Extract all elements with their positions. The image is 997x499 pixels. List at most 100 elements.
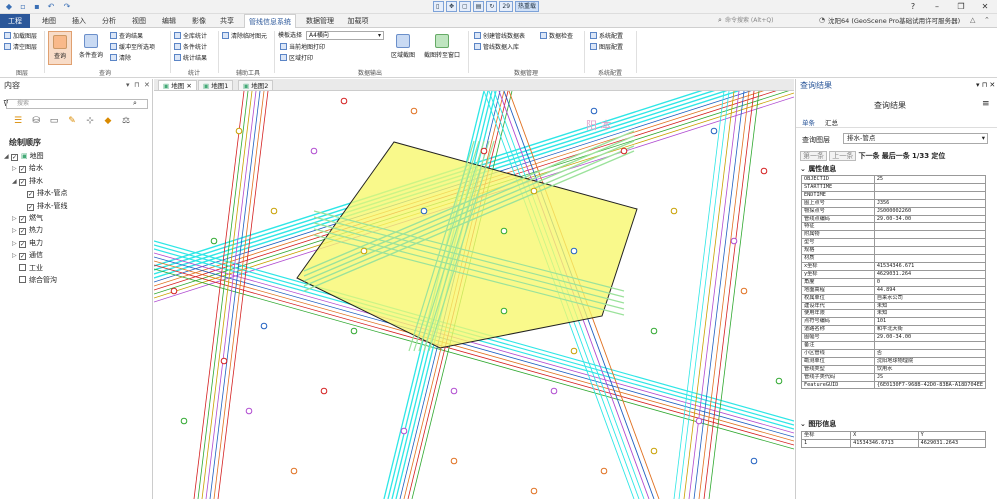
pipe-node[interactable] — [360, 247, 368, 255]
pipe-node[interactable] — [760, 167, 768, 175]
tab-insert[interactable]: 插入 — [66, 14, 92, 28]
layer-item[interactable]: ◢ ✓ ▣ 地图 — [4, 150, 44, 162]
user-label[interactable]: 沈阳64 (GeoScene Pro基础试用许可服务器) — [828, 16, 960, 26]
map-tab-2[interactable]: ▣ 地图2 — [238, 80, 274, 91]
tab-edit[interactable]: 编辑 — [156, 14, 182, 28]
draw-order-icon[interactable]: ☰ — [12, 115, 24, 127]
pipe-node[interactable] — [600, 467, 608, 475]
layer-checkbox[interactable]: ✓ — [27, 191, 34, 199]
pipe-node[interactable] — [340, 97, 348, 105]
query-polygon[interactable] — [296, 141, 638, 349]
layer-item[interactable]: ▷ ✓ 给水 — [12, 162, 43, 174]
layer-checkbox[interactable]: ✓ — [19, 228, 26, 236]
close-icon[interactable]: ✕ — [973, 0, 997, 13]
last-record-button[interactable]: 最后一条 — [882, 152, 910, 160]
labeling-icon[interactable]: ◆ — [102, 115, 114, 127]
layer-checkbox[interactable]: ✓ — [19, 216, 26, 223]
condition-query-button[interactable]: 条件查询 — [76, 34, 106, 59]
layer-checkbox[interactable]: ✓ — [11, 154, 18, 161]
tab-map[interactable]: 地图 — [36, 14, 62, 28]
save-icon[interactable]: ▪ — [32, 2, 42, 12]
expand-icon[interactable]: ▷ — [12, 225, 19, 237]
template-select[interactable]: A4横向 ▾ — [306, 31, 384, 40]
expand-icon[interactable]: ▷ — [12, 213, 19, 225]
layer-item[interactable]: ▷ ✓ 燃气 — [12, 212, 43, 224]
layer-item[interactable]: ✓ 排水-管点 — [20, 187, 68, 199]
pipe-node[interactable] — [410, 107, 418, 115]
layer-item[interactable]: ▷ ✓ 电力 — [12, 237, 43, 249]
screenshot-to-window-button[interactable]: 截图转至窗口 — [422, 34, 462, 59]
count-badge[interactable]: 29 — [499, 1, 514, 12]
hot-reload-button[interactable]: 热重载 — [515, 1, 540, 12]
system-config-button[interactable]: 系统配置 — [590, 32, 623, 41]
geo-section[interactable]: ⌄ 图形信息 — [800, 419, 836, 429]
data-source-icon[interactable]: ⛁ — [30, 115, 42, 127]
pipe-node[interactable] — [500, 307, 508, 315]
layer-config-button[interactable]: 图层配置 — [590, 43, 623, 52]
pipe-node[interactable] — [620, 147, 628, 155]
tab-share[interactable]: 共享 — [214, 14, 240, 28]
layer-checkbox[interactable]: ✓ — [19, 166, 26, 174]
layers-tool-icon[interactable]: ▤ — [472, 1, 485, 12]
area-print-button[interactable]: 区域打印 — [280, 54, 313, 63]
refresh-tool-icon[interactable]: ↻ — [486, 1, 498, 12]
map-tab-1[interactable]: ▣ 地图1 — [198, 80, 234, 91]
query-layer-select[interactable]: 排水-管点 ▾ — [843, 133, 988, 144]
next-record-button[interactable]: 下一条 — [858, 152, 879, 160]
pane-pin-icon[interactable]: ▾ ⊓ ✕ — [976, 81, 995, 89]
attr-section[interactable]: ⌄ 属性信息 — [800, 164, 836, 174]
pipe-node[interactable] — [450, 387, 458, 395]
layer-checkbox[interactable] — [19, 276, 26, 283]
pipe-node[interactable] — [235, 127, 243, 135]
condition-stat-button[interactable]: 条件统计 — [174, 43, 207, 52]
expand-icon[interactable]: ▷ — [12, 238, 19, 250]
clear-temp-graphics-button[interactable]: 清除临时图元 — [222, 32, 267, 41]
pipe-node[interactable] — [245, 407, 253, 415]
pipe-node[interactable] — [180, 417, 188, 425]
pipe-node[interactable] — [530, 487, 538, 495]
select-tool-icon[interactable]: ▯ — [433, 1, 444, 12]
stat-results-button[interactable]: 统计结果 — [174, 54, 207, 63]
data-check-button[interactable]: 数据检查 — [540, 32, 573, 41]
pipe-node[interactable] — [220, 357, 228, 365]
rect-select-icon[interactable]: ▢ — [459, 1, 471, 12]
clear-layer-button[interactable]: 清空图层 — [4, 43, 37, 52]
tab-project[interactable]: 工程 — [0, 14, 30, 28]
pipe-node[interactable] — [570, 347, 578, 355]
pipe-node[interactable] — [210, 237, 218, 245]
pane-close-icon[interactable]: ✕ — [144, 81, 150, 89]
tab-pipeline-system[interactable]: 管线信息系统 — [244, 14, 296, 28]
expand-icon[interactable]: ◢ — [4, 151, 11, 163]
expand-icon[interactable]: ▷ — [12, 250, 19, 262]
first-record-button[interactable]: 第一条 — [800, 151, 827, 161]
area-screenshot-button[interactable]: 区域截图 — [388, 34, 418, 59]
tab-analysis[interactable]: 分析 — [96, 14, 122, 28]
layer-item[interactable]: ▷ ✓ 热力 — [12, 224, 43, 236]
map-tab-0[interactable]: ▣ 地图 ✕ — [158, 80, 197, 91]
menu-icon[interactable]: ≡ — [982, 99, 990, 109]
layer-checkbox[interactable] — [19, 263, 26, 271]
pipe-node[interactable] — [730, 237, 738, 245]
full-stat-button[interactable]: 全库统计 — [174, 32, 207, 41]
pipe-node[interactable] — [695, 417, 703, 425]
pipe-node[interactable] — [710, 127, 718, 135]
tab-addins[interactable]: 加载项 — [344, 14, 372, 28]
editing-icon[interactable]: ✎ — [66, 115, 78, 127]
pan-tool-icon[interactable]: ✥ — [446, 1, 458, 12]
pipe-node[interactable] — [500, 227, 508, 235]
query-results-button[interactable]: 查询结果 — [110, 32, 143, 41]
pipe-node[interactable] — [310, 147, 318, 155]
pipe-node[interactable] — [320, 387, 328, 395]
print-current-map-button[interactable]: 当前地图打印 — [280, 43, 325, 52]
query-button[interactable]: 查询 — [48, 31, 72, 65]
buffer-query-button[interactable]: 缓冲至所选项 — [110, 43, 155, 52]
pipe-node[interactable] — [290, 467, 298, 475]
pipe-node[interactable] — [350, 327, 358, 335]
tab-close-icon[interactable]: ✕ — [186, 82, 191, 90]
pipe-node[interactable] — [530, 187, 538, 195]
pipe-node[interactable] — [650, 327, 658, 335]
layer-item[interactable]: 综合管沟 — [12, 274, 57, 286]
perspective-icon[interactable]: ⚖ — [120, 115, 132, 127]
notification-icon[interactable]: △ — [970, 16, 975, 24]
layer-checkbox[interactable]: ✓ — [19, 253, 26, 261]
